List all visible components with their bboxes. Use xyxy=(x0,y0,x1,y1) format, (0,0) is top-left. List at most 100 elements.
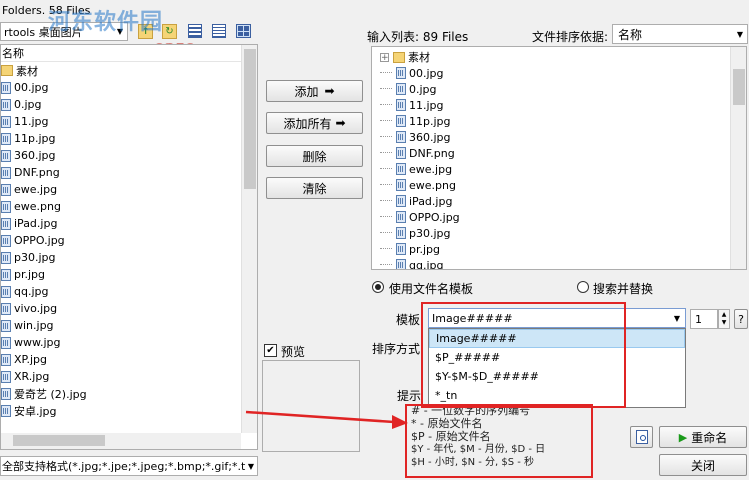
source-file-item[interactable]: 安卓.jpg xyxy=(1,402,257,419)
input-file-tree[interactable]: + 素材 00.jpg 0.jpg 11.jpg 11p.jpg 360.jpg DNF.pn… xyxy=(371,46,747,270)
source-file-item[interactable]: qq.jpg xyxy=(1,283,257,300)
file-name: pr.jpg xyxy=(14,268,46,281)
file-name: 360.jpg xyxy=(14,149,56,162)
input-file-item[interactable]: ewe.jpg xyxy=(372,161,746,177)
input-file-item[interactable]: 360.jpg xyxy=(372,129,746,145)
preview-checkbox[interactable]: ✔ xyxy=(264,344,277,357)
image-file-icon xyxy=(1,115,11,128)
source-file-item[interactable]: win.jpg xyxy=(1,317,257,334)
input-file-item[interactable]: p30.jpg xyxy=(372,225,746,241)
input-file-item[interactable]: 00.jpg xyxy=(372,65,746,81)
folder-icon xyxy=(1,65,13,76)
source-file-item[interactable]: 11.jpg xyxy=(1,113,257,130)
image-file-icon xyxy=(1,319,11,332)
source-list-vscrollbar[interactable] xyxy=(241,45,257,433)
rename-button[interactable]: ▶ 重命名 xyxy=(659,426,747,448)
image-file-icon xyxy=(396,259,406,269)
input-file-item[interactable]: 11p.jpg xyxy=(372,113,746,129)
input-file-item[interactable]: OPPO.jpg xyxy=(372,209,746,225)
source-file-item[interactable]: iPad.jpg xyxy=(1,215,257,232)
source-file-item[interactable]: www.jpg xyxy=(1,334,257,351)
details-view-icon[interactable] xyxy=(212,24,226,38)
input-list-vscrollbar[interactable] xyxy=(730,47,746,269)
image-file-icon xyxy=(1,81,11,94)
clear-button[interactable]: 清除 xyxy=(266,177,363,199)
source-file-item[interactable]: ewe.png xyxy=(1,198,257,215)
counter-spinner[interactable]: ▲ ▼ xyxy=(718,309,730,329)
source-file-item[interactable]: DNF.png xyxy=(1,164,257,181)
source-file-list[interactable]: 名称 素材 00.jpg 0.jpg 11.jpg 11p.jpg 360.jpg DNF.… xyxy=(0,44,258,450)
image-file-icon xyxy=(1,217,11,230)
file-name: ewe.png xyxy=(14,200,61,213)
thumbnail-view-icon[interactable] xyxy=(236,24,251,38)
preview-rename-button[interactable] xyxy=(630,426,653,448)
image-file-icon xyxy=(396,147,406,159)
use-template-label: 使用文件名模板 xyxy=(389,282,474,296)
tree-line xyxy=(380,65,392,73)
source-file-item[interactable]: XP.jpg xyxy=(1,351,257,368)
delete-button[interactable]: 删除 xyxy=(266,145,363,167)
file-name: 360.jpg xyxy=(409,130,451,144)
input-file-item[interactable]: pr.jpg xyxy=(372,241,746,257)
input-file-item[interactable]: ewe.png xyxy=(372,177,746,193)
name-column-header[interactable]: 名称 xyxy=(1,45,257,62)
add-button[interactable]: 添加 ➡ xyxy=(266,80,363,102)
search-replace-radio[interactable] xyxy=(577,281,589,293)
file-name: 00.jpg xyxy=(14,81,49,94)
expand-toggle-icon[interactable]: + xyxy=(380,52,389,62)
source-file-item[interactable]: 素材 xyxy=(1,62,257,79)
add-all-button[interactable]: 添加所有 ➡ xyxy=(266,112,363,134)
image-file-icon xyxy=(396,227,406,239)
counter-start-input[interactable]: 1 xyxy=(690,309,718,329)
file-name: 0.jpg xyxy=(409,82,437,96)
file-name: ewe.jpg xyxy=(409,162,453,176)
list-view-icon[interactable] xyxy=(188,24,202,38)
file-name: iPad.jpg xyxy=(409,194,453,208)
sort-by-select[interactable]: 名称 ▼ xyxy=(612,24,748,44)
help-button[interactable]: ? xyxy=(734,309,748,329)
image-file-icon xyxy=(1,234,11,247)
input-file-item[interactable]: DNF.png xyxy=(372,145,746,161)
image-file-icon xyxy=(1,98,11,111)
tree-line xyxy=(380,81,392,89)
file-name: XP.jpg xyxy=(14,353,47,366)
input-file-item[interactable]: 11.jpg xyxy=(372,97,746,113)
source-file-item[interactable]: pr.jpg xyxy=(1,266,257,283)
image-file-icon xyxy=(396,211,406,223)
source-file-item[interactable]: OPPO.jpg xyxy=(1,232,257,249)
source-file-item[interactable]: 00.jpg xyxy=(1,79,257,96)
image-file-icon xyxy=(396,131,406,143)
source-file-item[interactable]: 爱奇艺 (2).jpg xyxy=(1,385,257,402)
image-file-icon xyxy=(1,404,11,417)
use-template-radio[interactable] xyxy=(372,281,384,293)
close-button[interactable]: 关闭 xyxy=(659,454,747,476)
source-file-rows: 素材 00.jpg 0.jpg 11.jpg 11p.jpg 360.jpg DNF.png… xyxy=(1,62,257,419)
play-arrow-icon: ▶ xyxy=(678,430,688,444)
file-name: www.jpg xyxy=(14,336,61,349)
file-type-filter-select[interactable]: 全部支持格式(*.jpg;*.jpe;*.jpeg;*.bmp;*.gif;*.… xyxy=(0,456,258,476)
tree-line xyxy=(380,193,392,201)
chevron-down-icon: ▼ xyxy=(736,29,743,39)
source-file-item[interactable]: 11p.jpg xyxy=(1,130,257,147)
source-file-item[interactable]: XR.jpg xyxy=(1,368,257,385)
image-file-icon xyxy=(1,387,11,400)
source-list-hscrollbar[interactable] xyxy=(1,433,241,449)
source-file-item[interactable]: 0.jpg xyxy=(1,96,257,113)
chevron-down-icon: ▼ xyxy=(673,313,680,323)
source-file-item[interactable]: 360.jpg xyxy=(1,147,257,164)
input-file-item[interactable]: iPad.jpg xyxy=(372,193,746,209)
tree-line xyxy=(380,257,392,265)
file-name: DNF.png xyxy=(14,166,60,179)
image-file-icon xyxy=(396,195,406,207)
file-name: 安卓.jpg xyxy=(14,404,57,418)
source-file-item[interactable]: p30.jpg xyxy=(1,249,257,266)
source-file-item[interactable]: ewe.jpg xyxy=(1,181,257,198)
input-file-item[interactable]: + 素材 xyxy=(372,49,746,65)
watermark-logo: 河东软件园 xyxy=(48,10,164,35)
file-name: qq.jpg xyxy=(409,258,444,270)
file-name: 11.jpg xyxy=(409,98,444,112)
refresh-folder-icon[interactable]: ↻ xyxy=(162,24,177,39)
input-file-item[interactable]: qq.jpg xyxy=(372,257,746,270)
source-file-item[interactable]: vivo.jpg xyxy=(1,300,257,317)
input-file-item[interactable]: 0.jpg xyxy=(372,81,746,97)
